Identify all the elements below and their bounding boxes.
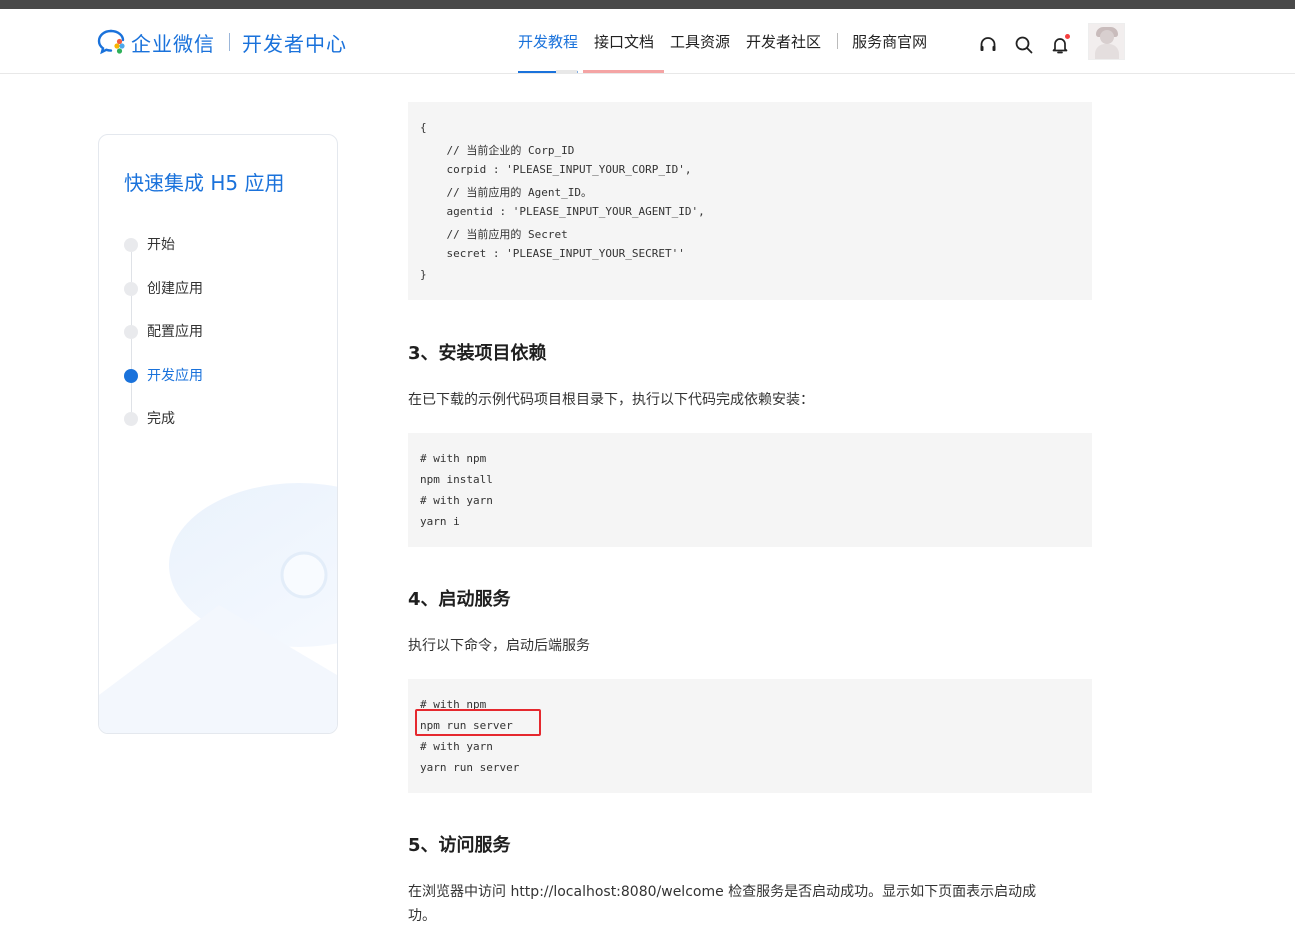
step-create-app[interactable]: 创建应用 — [124, 277, 203, 326]
code-line: yarn i — [420, 515, 460, 528]
highlight-annotation-box — [415, 709, 541, 736]
tutorial-sidebar: 快速集成 H5 应用 开始 创建应用 配置应用 开发应用 完成 — [98, 134, 338, 734]
step-finish[interactable]: 完成 — [124, 407, 203, 451]
section-heading: 5、访问服务 — [408, 835, 511, 856]
nav-api-docs[interactable]: 接口文档 — [594, 9, 654, 73]
search-icon[interactable] — [1012, 33, 1036, 57]
step-dot — [124, 412, 138, 426]
brand-name: 企业微信 — [131, 31, 215, 56]
code-line: # with yarn — [420, 494, 493, 507]
code-line: // 当前应用的 Agent_ID。 — [420, 186, 592, 199]
code-line: { — [420, 121, 427, 134]
code-line: // 当前应用的 Secret — [420, 228, 568, 241]
header-actions — [976, 23, 1125, 60]
code-line: yarn run server — [420, 761, 520, 774]
step-configure-app[interactable]: 配置应用 — [124, 320, 203, 369]
brand-subtitle: 开发者中心 — [242, 31, 347, 56]
step-label: 完成 — [147, 411, 175, 427]
code-line: # with npm — [420, 452, 487, 465]
step-label: 配置应用 — [147, 324, 203, 340]
step-dot — [124, 325, 138, 339]
browser-top-strip — [0, 0, 1295, 9]
server-code-block[interactable]: # with npm npm run server # with yarn ya… — [408, 679, 1092, 793]
nav-divider — [837, 33, 839, 49]
step-label: 开始 — [147, 237, 175, 253]
code-line: npm install — [420, 473, 493, 486]
site-header: 企业微信 开发者中心 开发教程 接口文档 工具资源 开发者社区 服务商官网 — [0, 9, 1295, 74]
step-list: 开始 创建应用 配置应用 开发应用 完成 — [124, 233, 203, 451]
truncated-text-fragment — [556, 66, 664, 74]
logo[interactable]: 企业微信 开发者中心 — [97, 27, 347, 57]
step-develop-app[interactable]: 开发应用 — [124, 364, 203, 413]
step-label: 创建应用 — [147, 280, 203, 297]
section-description: 在浏览器中访问 http://localhost:8080/welcome 检查… — [408, 884, 1037, 900]
nav-tools[interactable]: 工具资源 — [670, 9, 730, 73]
code-line: # with yarn — [420, 740, 493, 753]
section-description-continued: 功。 — [408, 908, 436, 924]
step-dot-active — [124, 368, 138, 383]
install-code-block[interactable]: # with npm npm install # with yarn yarn … — [408, 433, 1092, 547]
code-line: secret : 'PLEASE_INPUT_YOUR_SECRET'' — [420, 247, 685, 260]
step-dot — [124, 281, 138, 296]
headset-icon[interactable] — [976, 33, 1000, 57]
main-nav: 开发教程 接口文档 工具资源 开发者社区 服务商官网 — [518, 9, 943, 73]
step-label: 开发应用 — [147, 367, 203, 384]
logo-divider — [229, 33, 230, 51]
section-description: 在已下载的示例代码项目根目录下，执行以下代码完成依赖安装： — [408, 392, 814, 408]
notification-dot — [1065, 33, 1070, 39]
nav-community[interactable]: 开发者社区 — [746, 9, 821, 73]
code-line: } — [420, 268, 427, 281]
code-line: corpid : 'PLEASE_INPUT_YOUR_CORP_ID', — [420, 163, 692, 176]
sidebar-title: 快速集成 H5 应用 — [124, 171, 285, 195]
section-heading: 4、启动服务 — [408, 589, 511, 610]
code-line: agentid : 'PLEASE_INPUT_YOUR_AGENT_ID', — [420, 205, 705, 218]
config-code-block[interactable]: { // 当前企业的 Corp_ID corpid : 'PLEASE_INPU… — [408, 102, 1092, 300]
bell-icon[interactable] — [1048, 33, 1072, 57]
avatar[interactable] — [1088, 23, 1125, 60]
section-description: 执行以下命令，启动后端服务 — [408, 638, 590, 654]
code-line: // 当前企业的 Corp_ID — [420, 144, 575, 157]
nav-provider-site[interactable]: 服务商官网 — [852, 9, 927, 73]
step-dot — [124, 238, 138, 252]
step-start[interactable]: 开始 — [124, 233, 203, 282]
wecom-logo-icon — [97, 27, 127, 57]
section-heading: 3、安装项目依赖 — [408, 343, 547, 364]
nav-tutorials[interactable]: 开发教程 — [518, 9, 579, 73]
